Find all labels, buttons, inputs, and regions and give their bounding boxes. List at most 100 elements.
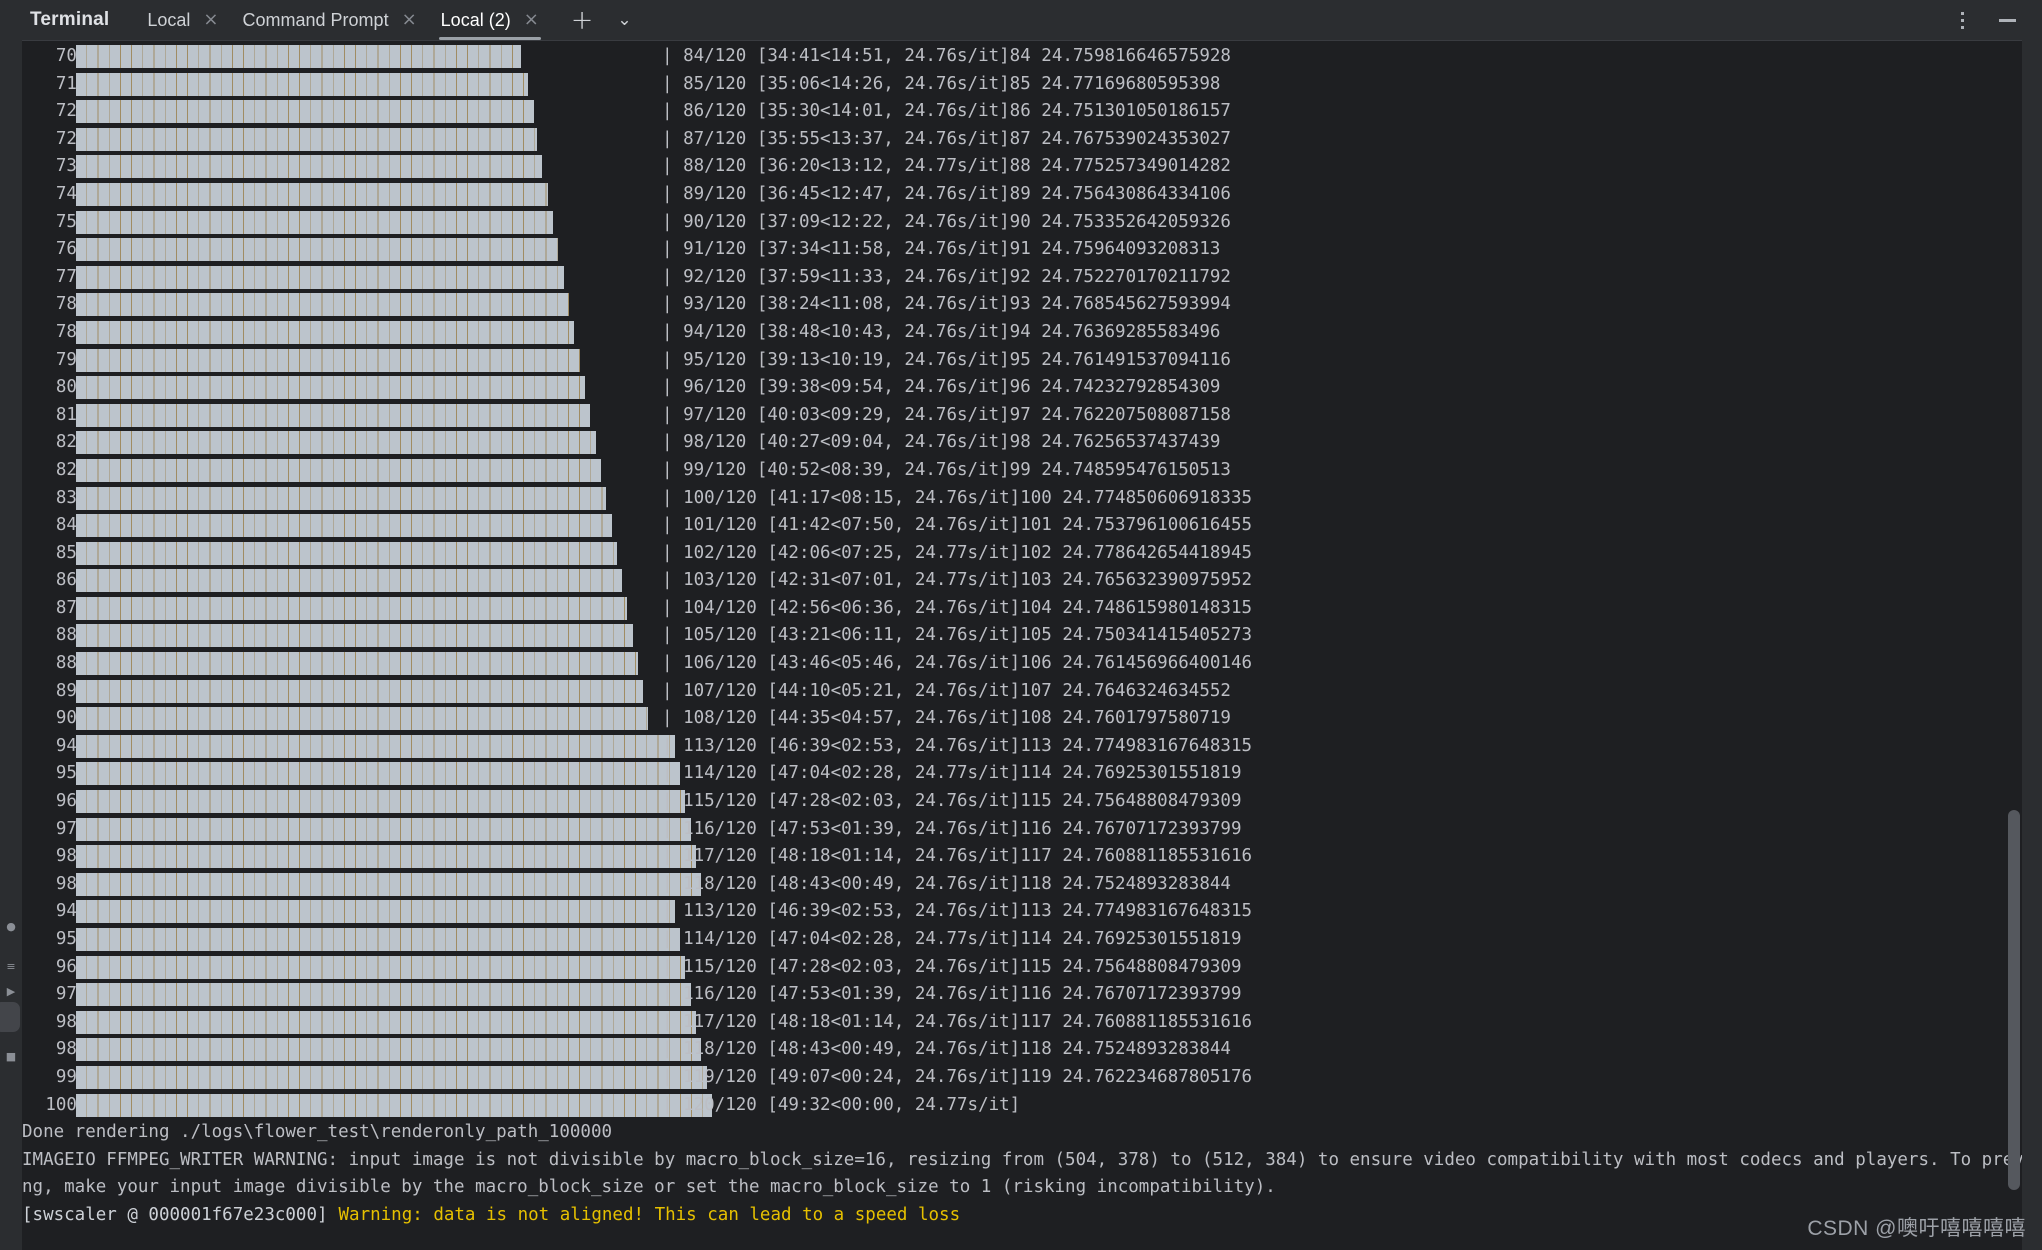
progress-line: 88%|| 105/120 [43:21<06:11, 24.76s/it]10… <box>22 622 2022 650</box>
terminal-icon[interactable]: ■ <box>3 1050 19 1064</box>
tab-label: Local <box>147 9 191 30</box>
output-text: ng, make your input image divisible by t… <box>22 1177 1276 1198</box>
terminal-tab-bar: Terminal Local × Command Prompt × Local (2) ×… <box>0 0 2042 40</box>
kebab-vertical-icon[interactable] <box>1948 7 1976 33</box>
progress-bar <box>76 72 528 96</box>
progress-stats: | 92/120 [37:59<11:33, 24.76s/it]92 24.7… <box>662 266 1231 287</box>
run-icon[interactable]: ▶ <box>3 985 19 999</box>
progress-line: 90%|| 108/120 [44:35<04:57, 24.76s/it]10… <box>22 705 2022 733</box>
progress-line: 77%|| 92/120 [37:59<11:33, 24.76s/it]92 … <box>22 264 2022 292</box>
progress-stats: | 120/120 [49:32<00:00, 24.77s/it] <box>662 1094 1021 1115</box>
progress-line: 80%|| 96/120 [39:38<09:54, 24.76s/it]96 … <box>22 374 2022 402</box>
progress-bar <box>76 1093 712 1117</box>
minimize-icon[interactable] <box>1990 7 2024 33</box>
terminal-lines: 70%|| 84/120 [34:41<14:51, 24.76s/it]84 … <box>22 43 2022 1230</box>
progress-stats: | 91/120 [37:34<11:58, 24.76s/it]91 24.7… <box>662 239 1221 260</box>
close-icon[interactable]: × <box>524 11 539 29</box>
terminal-output-panel[interactable]: 70%|| 84/120 [34:41<14:51, 24.76s/it]84 … <box>22 40 2022 1250</box>
progress-stats: | 86/120 [35:30<14:01, 24.76s/it]86 24.7… <box>662 101 1231 122</box>
progress-line: 75%|| 90/120 [37:09<12:22, 24.76s/it]90 … <box>22 209 2022 237</box>
progress-line: 79%|| 95/120 [39:13<10:19, 24.76s/it]95 … <box>22 347 2022 375</box>
progress-stats: | 84/120 [34:41<14:51, 24.76s/it]84 24.7… <box>662 46 1231 66</box>
progress-line: 94%|| 113/120 [46:39<02:53, 24.76s/it]11… <box>22 733 2022 761</box>
progress-bar <box>76 348 580 372</box>
progress-bar <box>76 928 681 951</box>
window-title: Terminal <box>30 9 110 30</box>
progress-bar <box>76 458 601 482</box>
add-tab-button[interactable]: + <box>561 7 604 34</box>
output-text: IMAGEIO FFMPEG_WRITER WARNING: input ima… <box>22 1149 2022 1170</box>
close-icon[interactable]: × <box>402 11 417 29</box>
progress-line: 99%|| 119/120 [49:07<00:24, 24.76s/it]11… <box>22 1064 2022 1092</box>
progress-line: 95%|| 114/120 [47:04<02:28, 24.77s/it]11… <box>22 760 2022 788</box>
progress-bar <box>76 624 633 648</box>
progress-stats: | 95/120 [39:13<10:19, 24.76s/it]95 24.7… <box>662 349 1231 370</box>
progress-stats: | 108/120 [44:35<04:57, 24.76s/it]108 24… <box>662 708 1231 729</box>
progress-bar <box>76 1038 702 1062</box>
progress-bar <box>76 817 691 841</box>
progress-bar <box>76 403 590 427</box>
progress-bar <box>76 210 553 234</box>
progress-stats: | 85/120 [35:06<14:26, 24.76s/it]85 24.7… <box>662 73 1221 94</box>
tab-label: Command Prompt <box>242 9 389 30</box>
progress-line: 96%|| 115/120 [47:28<02:03, 24.76s/it]11… <box>22 954 2022 982</box>
structure-icon[interactable]: ≡ <box>3 960 19 974</box>
progress-line: 97%|| 116/120 [47:53<01:39, 24.76s/it]11… <box>22 981 2022 1009</box>
terminal-tab-local-2[interactable]: Local (2) × <box>429 0 551 40</box>
progress-stats: | 99/120 [40:52<08:39, 24.76s/it]99 24.7… <box>662 459 1231 480</box>
progress-line: 85%|| 102/120 [42:06<07:25, 24.77s/it]10… <box>22 540 2022 568</box>
progress-line: 72%|| 86/120 [35:30<14:01, 24.76s/it]86 … <box>22 98 2022 126</box>
progress-line: 100%| | 120/120 [49:32<00:00, 24.77s/it] <box>22 1092 2022 1120</box>
progress-line: 86%|| 103/120 [42:31<07:01, 24.77s/it]10… <box>22 567 2022 595</box>
progress-line: 89%|| 107/120 [44:10<05:21, 24.76s/it]10… <box>22 678 2022 706</box>
progress-line: 81%|| 97/120 [40:03<09:29, 24.76s/it]97 … <box>22 402 2022 430</box>
progress-bar <box>76 1010 697 1034</box>
progress-bar <box>76 679 644 703</box>
progress-bar <box>76 707 649 731</box>
progress-bar <box>76 182 548 206</box>
progress-bar <box>76 983 691 1007</box>
progress-stats: | 89/120 [36:45<12:47, 24.76s/it]89 24.7… <box>662 183 1231 204</box>
output-line: ng, make your input image divisible by t… <box>22 1174 2022 1202</box>
close-icon[interactable]: × <box>203 11 218 29</box>
progress-line: 71%|| 85/120 [35:06<14:26, 24.76s/it]85 … <box>22 71 2022 99</box>
progress-stats: | 116/120 [47:53<01:39, 24.76s/it]116 24… <box>662 818 1242 839</box>
progress-line: 72%|| 87/120 [35:55<13:37, 24.76s/it]87 … <box>22 126 2022 154</box>
progress-line: 97%|| 116/120 [47:53<01:39, 24.76s/it]11… <box>22 816 2022 844</box>
services-icon[interactable]: ● <box>3 920 19 934</box>
progress-line: 84%|| 101/120 [41:42<07:50, 24.76s/it]10… <box>22 512 2022 540</box>
progress-bar <box>76 514 612 538</box>
progress-stats: | 114/120 [47:04<02:28, 24.77s/it]114 24… <box>662 763 1242 784</box>
progress-line: 82%|| 99/120 [40:52<08:39, 24.76s/it]99 … <box>22 457 2022 485</box>
progress-bar <box>76 762 681 786</box>
progress-stats: | 117/120 [48:18<01:14, 24.76s/it]117 24… <box>662 1011 1253 1032</box>
progress-bar <box>76 293 569 317</box>
watermark: CSDN @噢吁嘻嘻嘻嘻 <box>1807 1217 2026 1240</box>
swscaler-prefix: [swscaler @ 000001f67e23c000] <box>22 1204 339 1225</box>
progress-stats: | 114/120 [47:04<02:28, 24.77s/it]114 24… <box>662 929 1242 949</box>
tool-window-strip: ● ≡ ▶ ■ <box>0 40 22 1250</box>
sidebar-item-terminal[interactable] <box>0 1002 20 1032</box>
progress-stats: | 107/120 [44:10<05:21, 24.76s/it]107 24… <box>662 680 1231 701</box>
progress-bar <box>76 265 564 289</box>
progress-stats: | 100/120 [41:17<08:15, 24.76s/it]100 24… <box>662 487 1253 508</box>
progress-bar <box>76 155 543 179</box>
progress-stats: | 113/120 [46:39<02:53, 24.76s/it]113 24… <box>662 901 1253 922</box>
terminal-tab-local[interactable]: Local × <box>135 0 230 40</box>
terminal-tab-command-prompt[interactable]: Command Prompt × <box>231 0 429 40</box>
progress-bar <box>76 900 676 924</box>
progress-stats: | 97/120 [40:03<09:29, 24.76s/it]97 24.7… <box>662 404 1231 425</box>
progress-line: 98%|| 118/120 [48:43<00:49, 24.76s/it]11… <box>22 1036 2022 1064</box>
swscaler-warning-line: [swscaler @ 000001f67e23c000] Warning: d… <box>22 1202 2022 1230</box>
chevron-down-icon[interactable]: ⌄ <box>607 11 641 29</box>
progress-line: 96%|| 115/120 [47:28<02:03, 24.76s/it]11… <box>22 788 2022 816</box>
progress-bar <box>76 872 702 896</box>
progress-bar <box>76 100 534 124</box>
progress-bar <box>76 45 522 68</box>
progress-stats: | 106/120 [43:46<05:46, 24.76s/it]106 24… <box>662 653 1253 674</box>
progress-stats: | 101/120 [41:42<07:50, 24.76s/it]101 24… <box>662 515 1253 536</box>
progress-bar <box>76 845 697 869</box>
progress-line: 98%|| 117/120 [48:18<01:14, 24.76s/it]11… <box>22 1009 2022 1037</box>
vertical-scrollbar[interactable] <box>2008 810 2020 1190</box>
progress-line: 83%|| 100/120 [41:17<08:15, 24.76s/it]10… <box>22 485 2022 513</box>
